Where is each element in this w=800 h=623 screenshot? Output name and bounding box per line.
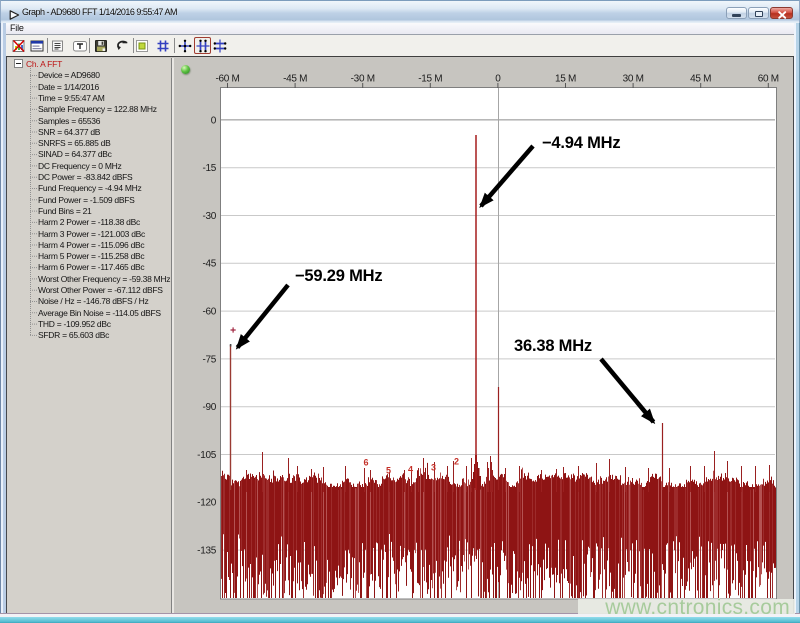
svg-text:-90: -90 [202,402,216,413]
svg-text:6: 6 [363,458,368,468]
svg-text:15 M: 15 M [555,74,576,85]
svg-text:3: 3 [431,463,436,473]
svg-text:-30: -30 [202,211,216,222]
svg-text:45 M: 45 M [690,74,711,85]
svg-text:-60: -60 [202,307,216,318]
svg-text:-30 M: -30 M [351,74,375,85]
svg-text:-75: -75 [202,354,216,365]
svg-text:2: 2 [454,457,459,467]
svg-text:4: 4 [408,465,413,475]
svg-text:-45 M: -45 M [283,74,307,85]
svg-text:60 M: 60 M [758,74,779,85]
svg-text:-120: -120 [197,498,217,509]
svg-text:0: 0 [495,74,501,85]
svg-text:−59.29 MHz: −59.29 MHz [295,267,382,285]
svg-text:-15 M: -15 M [418,74,442,85]
svg-text:-135: -135 [197,546,217,557]
svg-text:-60 M: -60 M [215,74,239,85]
svg-text:30 M: 30 M [623,74,644,85]
svg-text:-45: -45 [202,259,216,270]
svg-text:5: 5 [386,466,391,476]
svg-text:36.38 MHz: 36.38 MHz [514,337,592,355]
svg-text:-15: -15 [202,163,216,174]
svg-text:0: 0 [211,115,217,126]
svg-text:-105: -105 [197,450,217,461]
svg-text:−4.94 MHz: −4.94 MHz [542,134,620,152]
